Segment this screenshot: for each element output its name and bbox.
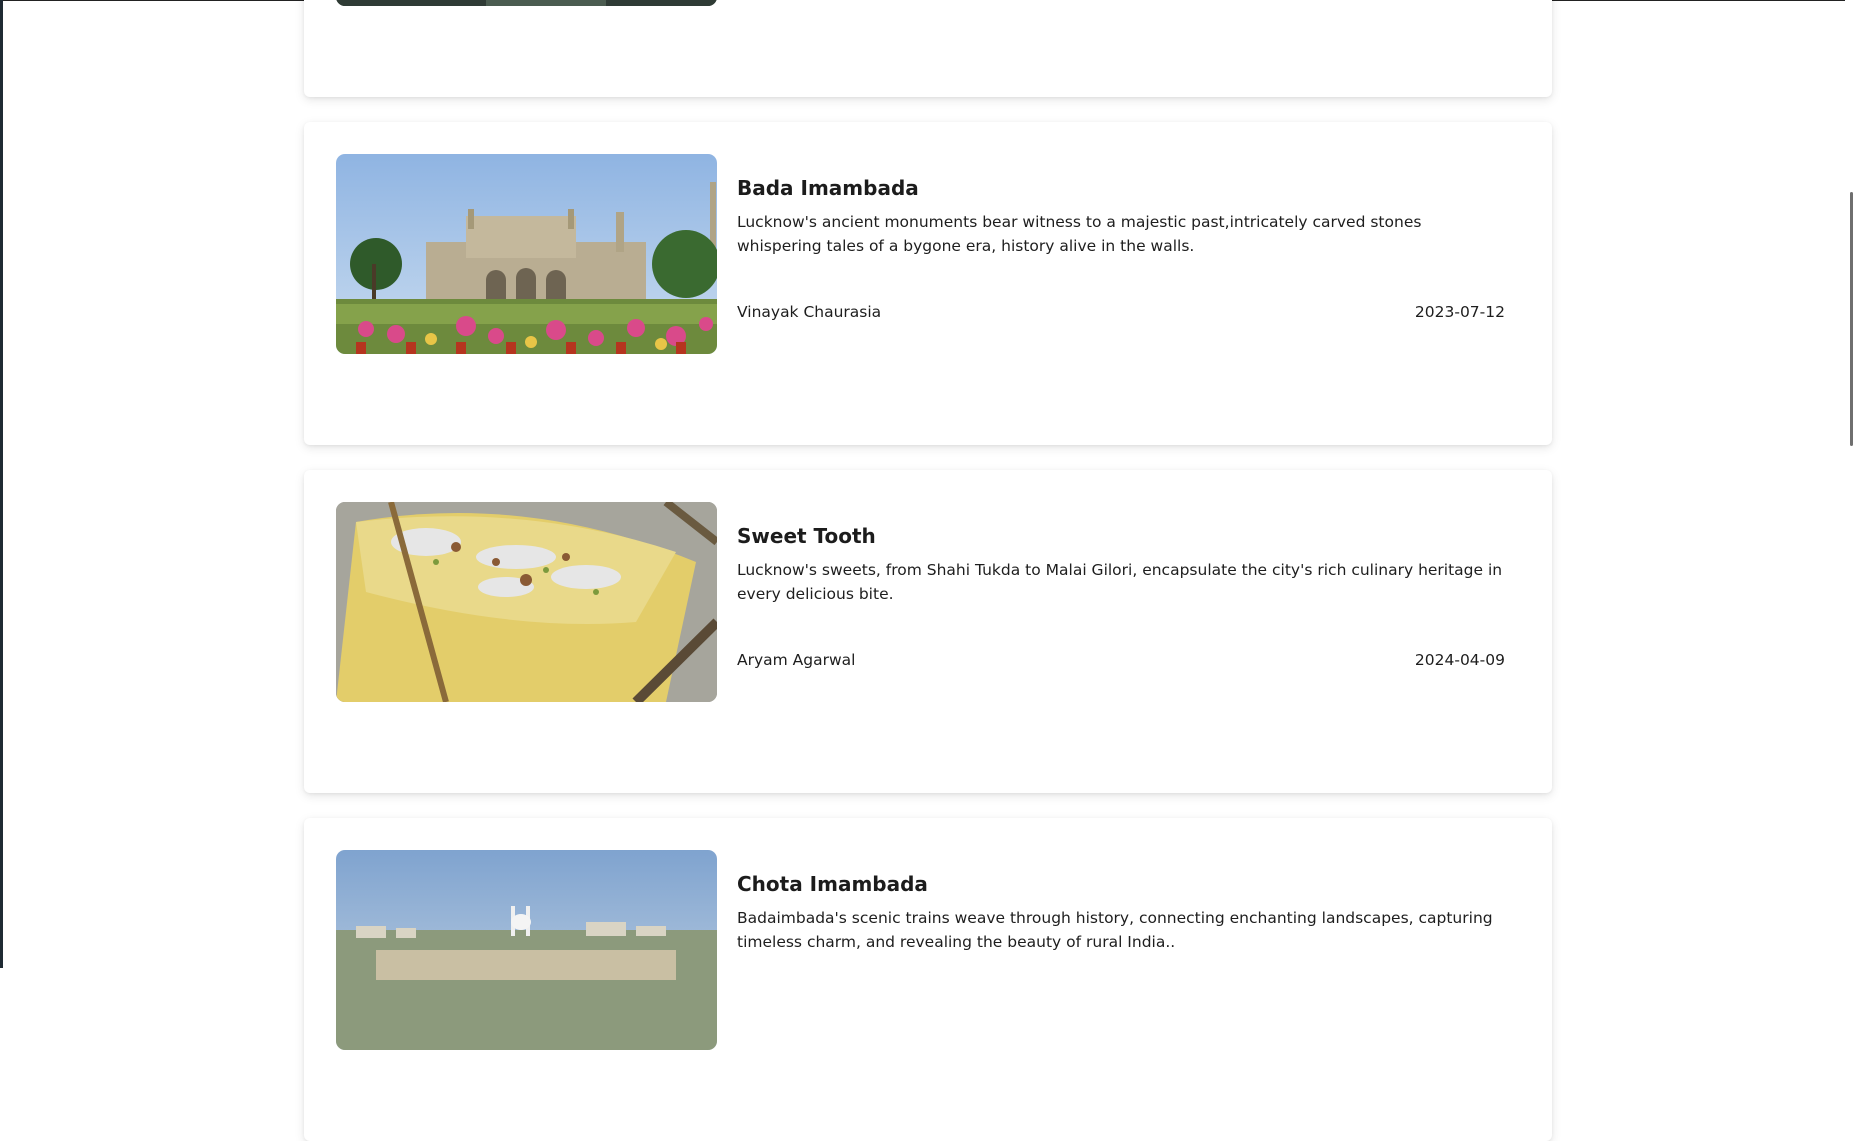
cityscape-photo-icon — [336, 850, 717, 1050]
post-description: Lucknow's ancient monuments bear witness… — [737, 213, 1422, 255]
post-body: Sweet Tooth Lucknow's sweets, from Shahi… — [737, 524, 1505, 669]
post-thumbnail[interactable] — [336, 850, 717, 1050]
post-card[interactable]: Bada Imambada Lucknow's ancient monument… — [304, 122, 1552, 445]
post-thumbnail[interactable] — [336, 0, 717, 6]
post-description: Badaimbada's scenic trains weave through… — [737, 909, 1493, 951]
post-description: Lucknow's sweets, from Shahi Tukda to Ma… — [737, 561, 1503, 603]
post-card[interactable]: Chota Imambada Badaimbada's scenic train… — [304, 818, 1552, 1141]
post-title[interactable]: Sweet Tooth — [737, 524, 1505, 548]
top-cropped-photo-icon — [336, 0, 717, 6]
post-thumbnail[interactable] — [336, 154, 717, 354]
page-scrollbar[interactable] — [1845, 0, 1853, 968]
post-card[interactable] — [304, 0, 1552, 97]
post-date: 2024-04-09 — [1414, 651, 1505, 669]
post-date: 2023-07-12 — [1414, 303, 1505, 321]
monument-photo-icon — [336, 154, 717, 354]
post-thumbnail[interactable] — [336, 502, 717, 702]
post-title[interactable]: Bada Imambada — [737, 176, 1505, 200]
window-left-border — [0, 0, 3, 968]
post-author: Aryam Agarwal — [737, 651, 856, 669]
sweets-photo-icon — [336, 502, 717, 702]
post-card[interactable]: Sweet Tooth Lucknow's sweets, from Shahi… — [304, 470, 1552, 793]
post-body: Chota Imambada Badaimbada's scenic train… — [737, 872, 1505, 954]
post-body: Bada Imambada Lucknow's ancient monument… — [737, 176, 1505, 321]
post-title[interactable]: Chota Imambada — [737, 872, 1505, 896]
post-author: Vinayak Chaurasia — [737, 303, 882, 321]
